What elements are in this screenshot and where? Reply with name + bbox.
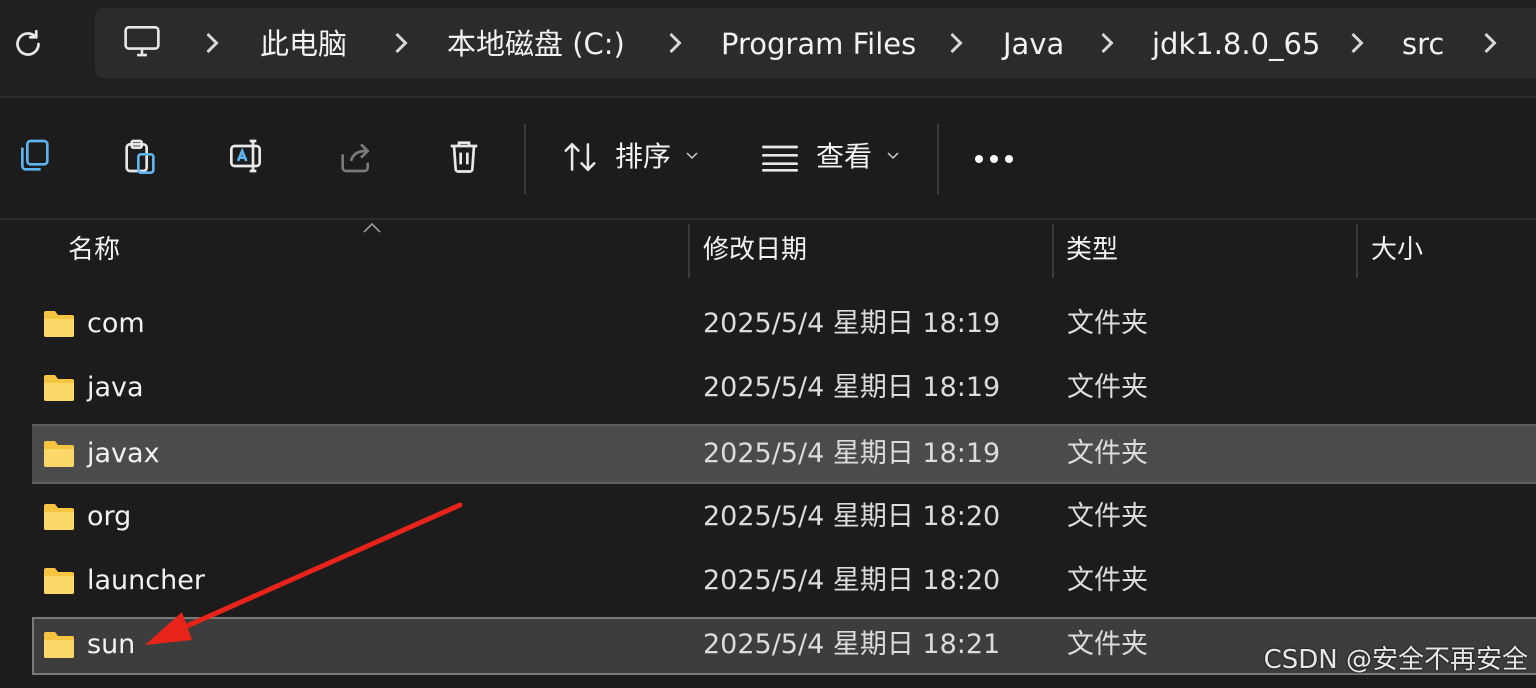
chevron-right-icon[interactable]: [1099, 28, 1115, 58]
breadcrumb-item-java[interactable]: Java: [1003, 22, 1064, 66]
list-item[interactable]: com 2025/5/4 星期日 18:19 文件夹: [32, 296, 1536, 352]
file-type: 文件夹: [1067, 501, 1148, 532]
column-header-modified[interactable]: 修改日期: [690, 220, 1052, 282]
file-name: java: [87, 372, 144, 403]
folder-icon: [44, 375, 74, 401]
chevron-right-icon[interactable]: [667, 28, 683, 58]
chevron-right-icon[interactable]: [948, 28, 964, 58]
chevron-right-icon[interactable]: [1482, 28, 1498, 58]
file-modified: 2025/5/4 星期日 18:20: [703, 565, 1001, 596]
column-header-size[interactable]: 大小: [1358, 220, 1536, 282]
paste-icon[interactable]: [120, 136, 160, 176]
column-modified-label: 修改日期: [703, 235, 808, 265]
column-name-label: 名称: [68, 235, 121, 265]
file-modified: 2025/5/4 星期日 18:20: [703, 501, 1001, 532]
column-headers: 名称 修改日期 类型 大小: [0, 220, 1536, 284]
chevron-right-icon[interactable]: [393, 28, 409, 58]
chevron-right-icon[interactable]: [1349, 28, 1365, 58]
column-header-name[interactable]: 名称: [40, 220, 688, 282]
delete-icon[interactable]: [444, 136, 484, 176]
list-item[interactable]: javax 2025/5/4 星期日 18:19 文件夹: [32, 424, 1536, 484]
sort-label: 排序: [615, 140, 672, 173]
rename-icon[interactable]: [228, 136, 268, 176]
file-modified: 2025/5/4 星期日 18:19: [703, 438, 1001, 469]
file-modified: 2025/5/4 星期日 18:21: [703, 629, 1001, 660]
view-label: 查看: [816, 140, 873, 173]
file-type: 文件夹: [1067, 565, 1148, 596]
command-bar: 排序 查看: [0, 98, 1536, 220]
file-type: 文件夹: [1067, 629, 1148, 660]
list-item[interactable]: org 2025/5/4 星期日 18:20 文件夹: [32, 489, 1536, 545]
file-name: org: [87, 501, 132, 532]
sort-button[interactable]: 排序: [560, 132, 710, 182]
toolbar-divider: [524, 124, 526, 194]
toolbar-divider: [937, 124, 939, 194]
view-icon: [762, 145, 798, 172]
column-type-label: 类型: [1066, 235, 1119, 265]
copy-icon[interactable]: [14, 136, 54, 176]
file-name: launcher: [87, 565, 205, 596]
watermark: CSDN @安全不再安全: [1263, 645, 1528, 675]
sort-icon: [564, 142, 596, 172]
breadcrumb-item-this-pc[interactable]: 此电脑: [260, 22, 347, 66]
file-type: 文件夹: [1067, 438, 1148, 469]
refresh-icon[interactable]: [10, 26, 46, 62]
folder-icon: [44, 311, 74, 337]
list-item[interactable]: launcher 2025/5/4 星期日 18:20 文件夹: [32, 553, 1536, 609]
breadcrumb-item-local-disk[interactable]: 本地磁盘 (C:): [447, 22, 625, 66]
more-icon[interactable]: [972, 152, 1016, 166]
chevron-right-icon[interactable]: [204, 28, 220, 58]
file-name: com: [87, 308, 145, 339]
folder-icon: [44, 632, 74, 658]
chevron-down-icon: [887, 152, 899, 160]
chevron-down-icon: [686, 152, 698, 160]
column-header-type[interactable]: 类型: [1054, 220, 1356, 282]
folder-icon: [44, 441, 74, 467]
breadcrumb-item-program-files[interactable]: Program Files: [721, 22, 916, 66]
folder-icon: [44, 568, 74, 594]
breadcrumb-item-jdk[interactable]: jdk1.8.0_65: [1152, 22, 1320, 66]
list-item[interactable]: java 2025/5/4 星期日 18:19 文件夹: [32, 360, 1536, 416]
view-button[interactable]: 查看: [760, 132, 910, 182]
this-pc-icon[interactable]: [122, 24, 162, 60]
share-icon[interactable]: [336, 136, 376, 176]
file-modified: 2025/5/4 星期日 18:19: [703, 308, 1001, 339]
file-name: sun: [87, 629, 136, 660]
file-modified: 2025/5/4 星期日 18:19: [703, 372, 1001, 403]
folder-icon: [44, 504, 74, 530]
file-type: 文件夹: [1067, 372, 1148, 403]
file-type: 文件夹: [1067, 308, 1148, 339]
address-bar: 此电脑 本地磁盘 (C:) Program Files Java jdk1.8.…: [0, 0, 1536, 98]
column-size-label: 大小: [1371, 235, 1424, 265]
breadcrumb-item-src[interactable]: src: [1402, 22, 1444, 66]
file-name: javax: [87, 438, 160, 469]
